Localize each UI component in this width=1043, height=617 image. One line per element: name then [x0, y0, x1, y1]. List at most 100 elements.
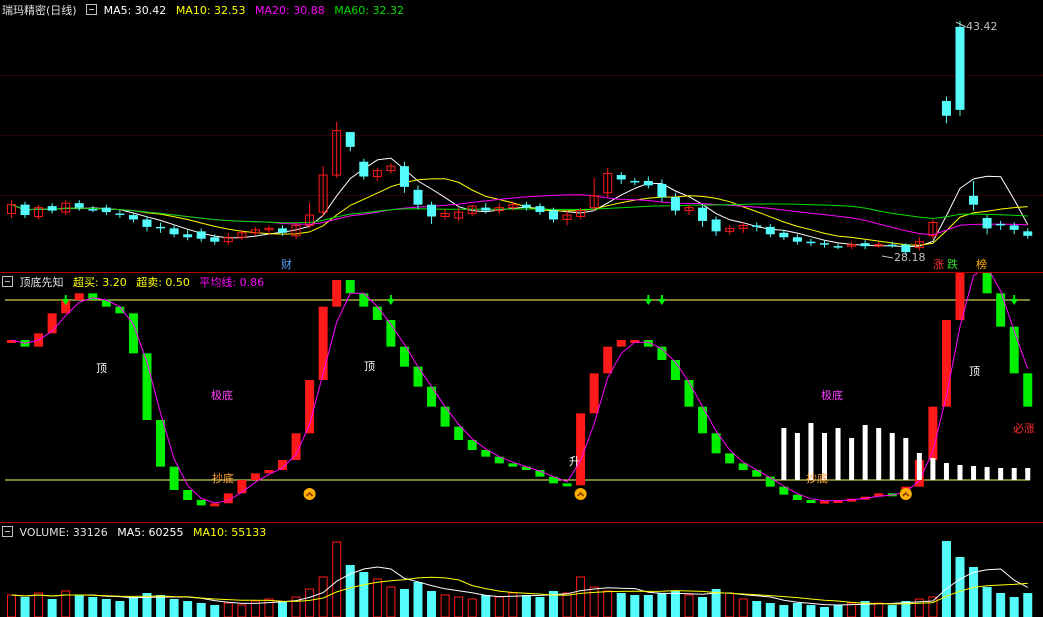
volume-bar: [305, 588, 315, 617]
volume-bar: [1009, 597, 1019, 617]
volume-bar: [1023, 593, 1033, 617]
volume-bar: [941, 541, 951, 617]
candle-body: [820, 243, 829, 245]
candle-body: [941, 100, 951, 116]
indicator-bar: [47, 313, 57, 334]
candle-body: [711, 219, 721, 232]
indicator-bar: [169, 466, 179, 490]
indicator-bar: [427, 386, 437, 407]
volume-bar: [955, 557, 965, 617]
candle-body: [481, 207, 491, 211]
volume-bar: [454, 596, 464, 617]
candle-body: [128, 215, 138, 220]
indicator-panel[interactable]: 顶底先知 超买: 3.20 超卖: 0.50 平均线: 0.86 顶 顶 顶 极…: [0, 273, 1043, 522]
volume-bar: [7, 594, 16, 617]
marker-zhang[interactable]: 涨: [933, 259, 944, 271]
bottom-signal-bar: [930, 458, 936, 480]
indicator-bar: [156, 420, 166, 467]
top-down-arrow: [386, 295, 395, 305]
marker-bang[interactable]: 榜: [976, 259, 987, 271]
volume-bar: [779, 605, 789, 617]
volume-bar: [210, 605, 220, 617]
volume-bar: [196, 603, 206, 617]
indicator-bar: [210, 503, 220, 507]
indicator-bar: [250, 473, 260, 480]
label-chaodi-1: 抄底: [212, 472, 234, 485]
candle-body: [657, 183, 667, 198]
volume-bar: [440, 594, 450, 617]
indicator-bar: [698, 406, 708, 434]
indicator-bar: [372, 306, 382, 320]
indicator-bar: [74, 293, 84, 300]
indicator-bar: [996, 293, 1006, 327]
candlestick-chart[interactable]: [0, 0, 1043, 272]
candle-body: [643, 180, 653, 186]
volume-bar: [20, 597, 30, 617]
label-ding-2: 顶: [364, 360, 375, 373]
volume-bar: [603, 590, 613, 617]
bottom-signal-bar: [781, 428, 787, 480]
volume-bar: [982, 587, 992, 617]
candle-body: [142, 219, 152, 227]
candle-body: [955, 26, 965, 110]
volume-panel[interactable]: VOLUME: 33126 MA5: 60255 MA10: 55133: [0, 523, 1043, 617]
volume-bar: [698, 597, 708, 617]
volume-bar: [223, 602, 233, 617]
candle-body: [74, 203, 84, 208]
low-price-label: 28.18: [894, 251, 926, 264]
candle-body: [427, 204, 437, 217]
candle-body: [765, 226, 775, 235]
price-panel[interactable]: 瑞玛精密(日线) MA5: 30.42 MA10: 32.53 MA20: 30…: [0, 0, 1043, 272]
indicator-bar: [413, 366, 423, 387]
volume-bar: [874, 602, 884, 617]
volume-bar: [535, 597, 545, 617]
bottom-signal-bar: [903, 438, 909, 480]
label-jidi-2: 极底: [821, 389, 843, 402]
bottom-signal-bar: [957, 465, 963, 480]
candle-body: [549, 210, 558, 220]
volume-bar: [481, 595, 491, 617]
indicator-bar: [332, 280, 342, 307]
volume-bar: [74, 595, 84, 617]
volume-bar: [928, 596, 938, 617]
candle-body: [752, 225, 762, 227]
label-jidi-1: 极底: [211, 389, 233, 402]
marker-cai[interactable]: 财: [281, 259, 292, 271]
volume-bar: [237, 604, 247, 617]
volume-bar: [616, 593, 626, 617]
candle-body: [806, 241, 816, 244]
candle-body: [779, 232, 789, 238]
volume-bar: [752, 601, 762, 617]
volume-bar: [670, 591, 680, 617]
label-sheng: 升: [569, 455, 580, 468]
volume-bar: [34, 592, 44, 617]
volume-bar: [806, 605, 816, 617]
ma10-line: [11, 178, 1028, 246]
volume-bar: [467, 598, 477, 617]
indicator-bar: [508, 463, 518, 467]
bottom-signal-bar: [971, 466, 977, 480]
indicator-bar: [792, 494, 802, 500]
volume-bar: [156, 595, 166, 617]
candle-body: [278, 228, 287, 233]
top-down-arrow: [1010, 295, 1019, 305]
candle-body: [982, 218, 992, 229]
volume-bar: [413, 582, 423, 617]
marker-die[interactable]: 跌: [947, 259, 958, 271]
indicator-bar: [345, 280, 355, 294]
bottom-signal-bar: [984, 467, 990, 480]
volume-chart[interactable]: [0, 523, 1043, 617]
candle-body: [521, 204, 531, 208]
volume-bar: [427, 591, 437, 617]
indicator-bar: [440, 406, 450, 427]
volume-bar: [833, 605, 843, 617]
candle-body: [413, 189, 423, 205]
volume-bar: [278, 601, 287, 617]
bottom-signal-bar: [849, 438, 855, 480]
indicator-avg-line: [11, 273, 1029, 504]
indicator-bar: [982, 273, 992, 294]
indicator-chart[interactable]: [0, 273, 1043, 522]
candle-body: [1023, 231, 1033, 236]
volume-bar: [969, 567, 979, 617]
volume-bar: [88, 597, 98, 617]
